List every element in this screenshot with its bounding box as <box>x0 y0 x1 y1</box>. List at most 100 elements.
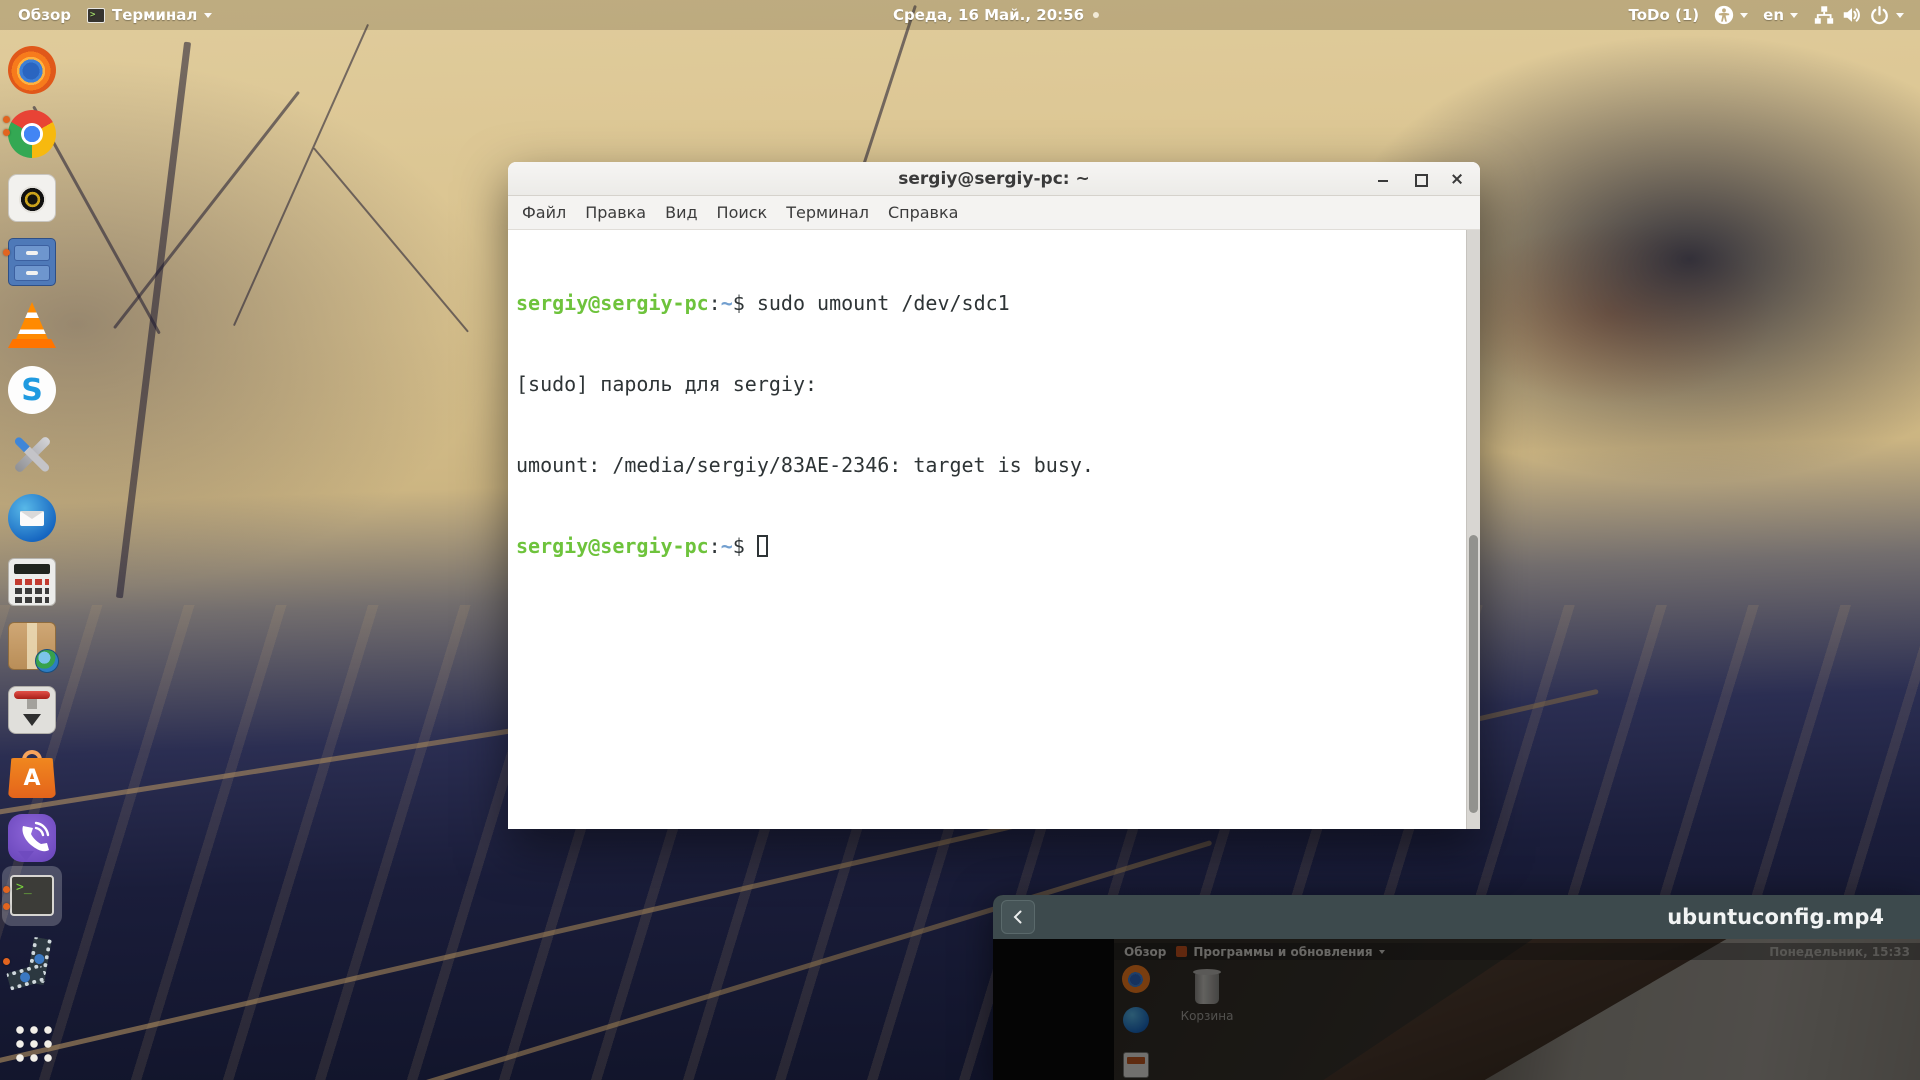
skype-icon[interactable]: S <box>8 366 56 414</box>
chrome-icon[interactable] <box>8 110 56 158</box>
menu-edit[interactable]: Правка <box>585 203 646 222</box>
press-post-icon <box>27 699 37 709</box>
drawer-icon <box>14 245 50 261</box>
notification-dot-icon <box>1093 12 1100 18</box>
top-bar: Обзор > Терминал Среда, 16 Май., 20:56 T… <box>0 0 1920 30</box>
command-text: sudo umount /dev/sdc1 <box>756 291 1010 315</box>
terminal-line: sergiy@sergiy-pc:~$ sudo umount /dev/sdc1 <box>516 291 1010 315</box>
thunderbird-icon[interactable] <box>8 494 56 542</box>
calc-keys-row <box>15 588 49 594</box>
deb-installer-icon[interactable] <box>8 686 56 734</box>
ubuntu-software-icon[interactable]: A <box>8 750 56 798</box>
terminal-line: [sudo] пароль для sergiy: <box>516 372 818 396</box>
video-frame: Обзор Программы и обновления Понедельник… <box>1114 939 1920 1080</box>
minimize-button[interactable] <box>1376 172 1390 186</box>
press-lever-icon <box>14 691 50 699</box>
wallpaper-branch <box>112 90 301 330</box>
terminal-app-icon: > <box>86 7 105 23</box>
video-app-menu: Программы и обновления <box>1176 944 1385 959</box>
scrollbar-thumb[interactable] <box>1469 535 1478 813</box>
show-applications-icon[interactable] <box>12 1022 52 1062</box>
system-menu[interactable] <box>1813 4 1904 26</box>
activities-button[interactable]: Обзор <box>12 6 77 24</box>
video-area[interactable]: Обзор Программы и обновления Понедельник… <box>993 939 1920 1080</box>
firefox-icon[interactable] <box>8 46 56 94</box>
video-title: ubuntuconfig.mp4 <box>1667 905 1884 929</box>
video-player-window: ubuntuconfig.mp4 Обзор Программы и обнов… <box>993 895 1920 1080</box>
system-tools-icon[interactable] <box>8 430 56 478</box>
accessibility-icon <box>1714 5 1734 25</box>
running-dot-icon <box>3 903 10 910</box>
desktop: Обзор > Терминал Среда, 16 Май., 20:56 T… <box>0 0 1920 1080</box>
video-thunderbird-icon <box>1123 1007 1149 1033</box>
viber-icon[interactable] <box>8 814 56 862</box>
video-activities-label: Обзор <box>1124 944 1167 959</box>
package-manager-icon[interactable] <box>8 622 59 673</box>
video-file-cabinet-icon <box>1123 1052 1149 1078</box>
power-icon <box>1871 5 1888 24</box>
keyboard-layout-menu[interactable]: en <box>1763 6 1798 24</box>
audio-player-icon[interactable] <box>8 174 56 222</box>
terminal-dock-highlight: >_ <box>2 866 62 926</box>
chevron-down-icon <box>1896 12 1904 18</box>
keyboard-layout-label: en <box>1763 6 1784 24</box>
calc-keys-row <box>15 579 49 585</box>
todo-label: ToDo (1) <box>1628 6 1700 24</box>
vlc-icon[interactable] <box>8 302 56 350</box>
envelope-icon <box>20 511 44 526</box>
video-clock-label: Понедельник, 15:33 <box>1769 944 1910 959</box>
video-mini-topbar: Обзор Программы и обновления Понедельник… <box>1114 943 1920 960</box>
terminal-titlebar[interactable]: sergiy@sergiy-pc: ~ <box>508 162 1480 196</box>
clock-menu[interactable]: Среда, 16 Май., 20:56 <box>892 6 1100 24</box>
running-dot-icon <box>3 886 10 893</box>
terminal-cursor <box>756 535 768 557</box>
menu-help[interactable]: Справка <box>888 203 959 222</box>
chevron-down-icon <box>1740 12 1749 18</box>
terminal-output[interactable]: sergiy@sergiy-pc:~$ sudo umount /dev/sdc1… <box>508 230 1466 829</box>
clock-label: Среда, 16 Май., 20:56 <box>892 6 1085 24</box>
calc-display <box>14 564 50 574</box>
terminal-menubar: Файл Правка Вид Поиск Терминал Справка <box>508 196 1480 230</box>
back-button[interactable] <box>1001 900 1035 934</box>
chevron-down-icon <box>1378 949 1385 954</box>
down-arrow-icon <box>23 714 41 726</box>
close-button[interactable] <box>1450 172 1464 186</box>
chevron-left-icon <box>1013 910 1022 924</box>
terminal-line: sergiy@sergiy-pc:~$ <box>516 533 1466 560</box>
chevron-down-icon <box>1790 12 1798 18</box>
video-app-menu-label: Программы и обновления <box>1193 944 1373 959</box>
cone-base-icon <box>8 339 56 348</box>
drawer-icon <box>14 265 50 281</box>
menu-search[interactable]: Поиск <box>717 203 768 222</box>
running-dot-icon <box>3 129 10 136</box>
running-dot-icon <box>3 249 10 256</box>
calc-keys-row <box>15 597 49 603</box>
software-updates-icon <box>1176 946 1188 957</box>
running-dot-icon <box>3 958 10 965</box>
maximize-button[interactable] <box>1413 172 1428 187</box>
network-icon <box>1814 6 1834 24</box>
video-firefox-icon <box>1122 965 1150 993</box>
calculator-icon[interactable] <box>8 558 56 606</box>
accessibility-menu[interactable] <box>1714 5 1749 25</box>
menu-file[interactable]: Файл <box>522 203 566 222</box>
wallpaper-branch <box>313 147 469 333</box>
scrollbar-track[interactable] <box>1466 230 1480 829</box>
bag-body-icon: A <box>8 758 56 798</box>
app-menu[interactable]: > Терминал <box>86 6 213 24</box>
todo-indicator[interactable]: ToDo (1) <box>1628 6 1699 24</box>
skype-letter: S <box>21 372 43 408</box>
file-cabinet-icon[interactable] <box>8 238 56 286</box>
terminal-icon[interactable]: >_ <box>10 875 54 916</box>
cone-icon <box>15 302 49 340</box>
volume-icon <box>1843 8 1860 22</box>
video-editor-icon[interactable] <box>6 936 56 991</box>
running-dot-icon <box>3 116 10 123</box>
menu-view[interactable]: Вид <box>665 203 697 222</box>
globe-icon <box>35 649 59 673</box>
terminal-line: umount: /media/sergiy/83AE-2346: target … <box>516 453 1094 477</box>
wallpaper-branch <box>232 23 370 327</box>
video-trash-icon <box>1193 969 1221 1004</box>
player-headerbar[interactable]: ubuntuconfig.mp4 <box>993 895 1920 939</box>
menu-terminal[interactable]: Терминал <box>786 203 869 222</box>
